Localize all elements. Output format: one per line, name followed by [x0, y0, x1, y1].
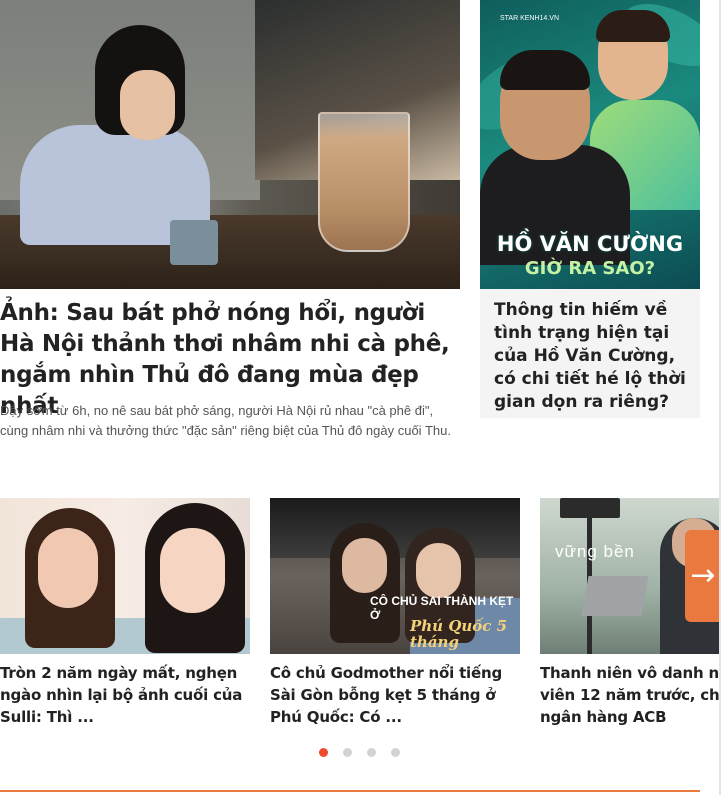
- slider-card-image[interactable]: CÔ CHỦ SAI THÀNH KẸT Ở Phú Quốc 5 tháng: [270, 498, 520, 654]
- slider-card-title[interactable]: Cô chủ Godmother nổi tiếng Sài Gòn bỗng …: [270, 662, 520, 728]
- side-story-image-text-2: GIỜ RA SAO?: [524, 258, 656, 279]
- featured-story-sapo: Dậy sớm từ 6h, no nê sau bát phở sáng, n…: [0, 403, 451, 438]
- slider-card-title[interactable]: Tròn 2 năm ngày mất, nghẹn ngào nhìn lại…: [0, 662, 250, 728]
- slider-dot-3[interactable]: [367, 748, 376, 757]
- slider-card-image[interactable]: [0, 498, 250, 654]
- slider-pagination: [319, 748, 409, 758]
- side-story-title[interactable]: Thông tin hiếm về tình trạng hiện tại củ…: [494, 299, 694, 414]
- slider-dot-1[interactable]: [319, 748, 328, 757]
- section-divider: [0, 790, 700, 792]
- slider-card-image-text: vững bền: [555, 542, 635, 561]
- slider-dot-4[interactable]: [391, 748, 400, 757]
- arrow-right-icon: →: [690, 558, 716, 593]
- slider-dot-2[interactable]: [343, 748, 352, 757]
- related-news-slider: Tròn 2 năm ngày mất, nghẹn ngào nhìn lại…: [0, 498, 721, 738]
- slider-card-title[interactable]: Thanh niên vô danh ngồi công viên 12 năm…: [540, 662, 721, 728]
- featured-story-image[interactable]: [0, 0, 460, 289]
- side-story[interactable]: STAR KENH14.VN HỒ VĂN CƯỜNG GIỜ RA SAO? …: [480, 0, 700, 418]
- side-story-image[interactable]: STAR KENH14.VN HỒ VĂN CƯỜNG GIỜ RA SAO?: [480, 0, 700, 289]
- slider-card-image-text-2: Phú Quốc 5 tháng: [410, 617, 508, 651]
- side-story-image-text-1: HỒ VĂN CƯỜNG: [496, 232, 684, 256]
- slider-next-button[interactable]: →: [685, 530, 721, 622]
- side-story-image-brand: STAR KENH14.VN: [500, 15, 559, 22]
